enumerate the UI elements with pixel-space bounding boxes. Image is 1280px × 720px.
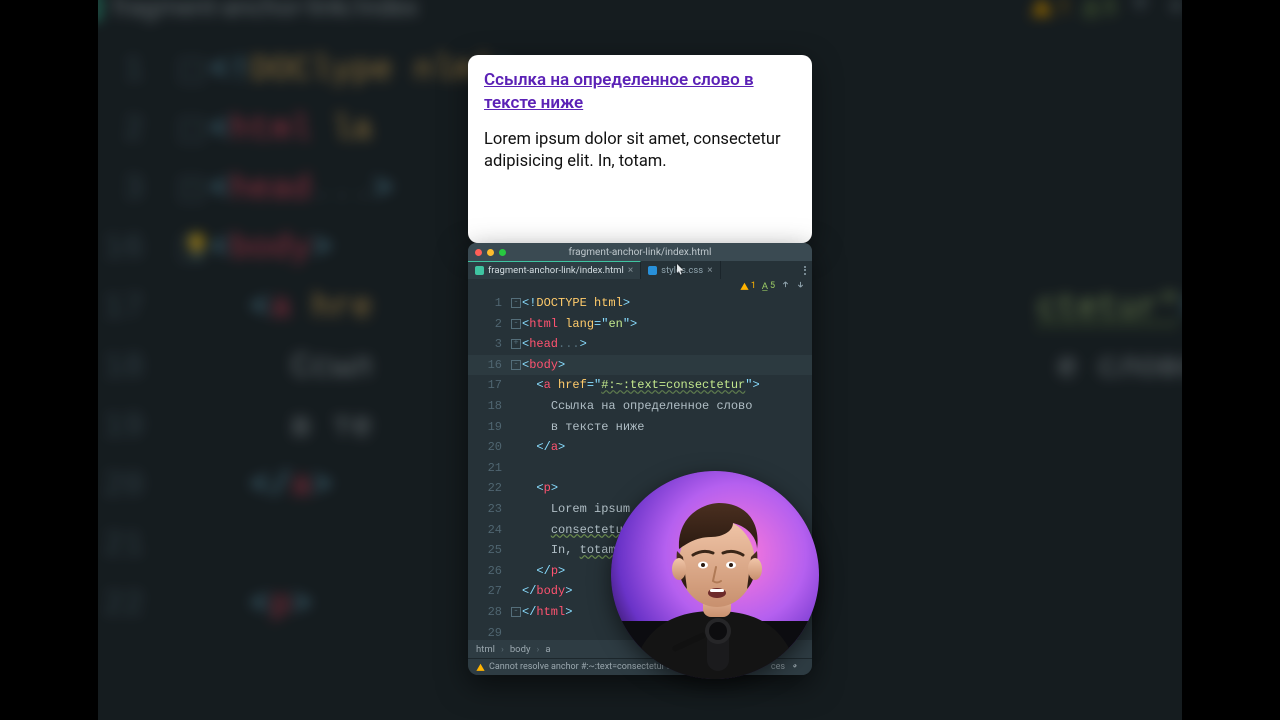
code-line[interactable]: 18 Ссылка на определенное слово	[468, 396, 812, 417]
editor-tab[interactable]: styles.css ×	[641, 261, 720, 279]
close-tab-icon[interactable]: ×	[628, 265, 633, 276]
editor-titlebar: fragment-anchor-link/index.html	[468, 243, 812, 261]
tab-label: styles.css	[661, 265, 703, 276]
next-highlight-icon[interactable]	[796, 280, 805, 292]
line-number: 1	[468, 293, 512, 314]
window-title: fragment-anchor-link/index.html	[468, 247, 812, 258]
preview-paragraph: Lorem ipsum dolor sit amet, consectetur …	[484, 129, 796, 174]
line-number: 18	[468, 396, 512, 417]
line-number: 17	[468, 375, 512, 396]
breadcrumb-item[interactable]: a	[545, 644, 550, 655]
line-number: 19	[468, 417, 512, 438]
typo-count: A̲5	[1083, 0, 1116, 21]
close-tab-icon[interactable]: ×	[707, 265, 712, 276]
line-number: 28	[468, 602, 512, 623]
line-number: 21	[468, 458, 512, 479]
html-file-icon	[475, 266, 484, 275]
line-number: 27	[468, 581, 512, 602]
code-line[interactable]: 17 <a href="#:~:text=consectetur">	[468, 375, 812, 396]
line-number: 2	[468, 314, 512, 335]
code-line[interactable]: 1-<!DOCTYPE html>	[468, 293, 812, 314]
editor-tab[interactable]: fragment-anchor-link/index.html ×	[468, 261, 641, 279]
breadcrumb-separator-icon: ›	[536, 644, 539, 655]
fold-toggle-icon[interactable]: -	[511, 607, 521, 617]
code-line[interactable]: 21	[468, 458, 812, 479]
line-number: 3	[468, 334, 512, 355]
warning-icon: 1	[1030, 0, 1071, 20]
fold-toggle-icon[interactable]: -	[511, 360, 521, 370]
editor-tabs: fragment-anchor-link/index.html×styles.c…	[468, 261, 812, 279]
line-number: 26	[468, 561, 512, 582]
prev-highlight-icon	[1129, 0, 1152, 22]
preview-link[interactable]: Ссылка на определенное слово в тексте ни…	[484, 69, 796, 115]
typo-count[interactable]: A̲5	[762, 281, 775, 292]
prev-highlight-icon[interactable]	[781, 280, 790, 292]
tab-label: fragment-anchor-link/index.html	[488, 265, 624, 276]
code-line[interactable]: 2-<html lang="en">	[468, 314, 812, 335]
line-number: 20	[468, 437, 512, 458]
browser-preview: Ссылка на определенное слово в тексте ни…	[468, 55, 812, 243]
fold-toggle-icon[interactable]: -	[511, 319, 521, 329]
code-line[interactable]: 19 в тексте ниже	[468, 417, 812, 438]
webcam-overlay	[611, 471, 819, 679]
code-line[interactable]: 3+<head...>	[468, 334, 812, 355]
breadcrumb-item[interactable]: body	[510, 644, 531, 655]
bg-tab: fragment-anchor-link/index	[74, 0, 418, 22]
letterbox-right	[1182, 0, 1280, 720]
fold-toggle-icon[interactable]: -	[511, 298, 521, 308]
css-file-icon	[648, 266, 657, 275]
line-number: 24	[468, 520, 512, 541]
letterbox-left	[0, 0, 98, 720]
bg-status: 1 A̲5	[1030, 0, 1206, 22]
line-number: 16	[468, 355, 512, 376]
build-icon[interactable]	[791, 663, 800, 672]
line-number: 23	[468, 499, 512, 520]
editor-status-strip: 1 A̲5	[468, 279, 812, 293]
breadcrumb-item[interactable]: html	[476, 644, 495, 655]
warning-icon[interactable]: 1	[740, 281, 756, 291]
code-line[interactable]: 16-<body>	[468, 355, 812, 376]
line-number: 22	[468, 478, 512, 499]
fold-toggle-icon[interactable]: +	[511, 339, 521, 349]
line-number: 29	[468, 623, 512, 641]
bg-tab-label: fragment-anchor-link/index	[112, 0, 418, 22]
tab-options-icon[interactable]	[804, 266, 806, 275]
code-line[interactable]: 20 </a>	[468, 437, 812, 458]
breadcrumb-separator-icon: ›	[501, 644, 504, 655]
line-number: 25	[468, 540, 512, 561]
